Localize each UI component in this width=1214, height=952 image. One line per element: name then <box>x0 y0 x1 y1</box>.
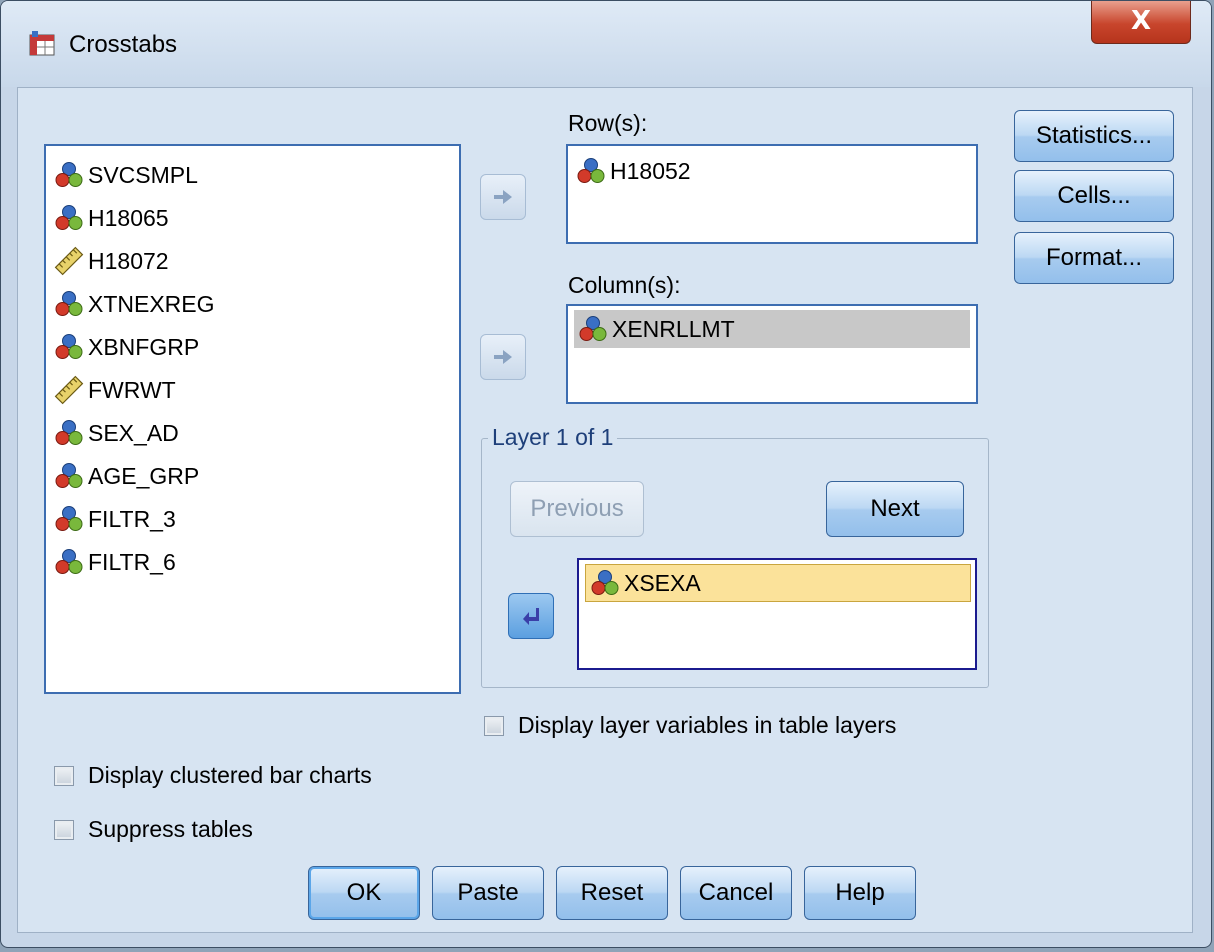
variable-name: XENRLLMT <box>612 315 735 342</box>
checkbox-label: Display layer variables in table layers <box>518 712 897 738</box>
nominal-icon <box>590 568 620 598</box>
list-item[interactable]: SVCSMPL <box>54 158 198 192</box>
clustered-bar-charts-checkbox[interactable]: Display clustered bar charts <box>54 762 372 789</box>
scale-ruler-icon <box>54 246 84 276</box>
move-to-rows-button[interactable] <box>480 174 526 220</box>
columns-list[interactable]: XENRLLMT <box>566 304 978 404</box>
paste-button[interactable]: Paste <box>432 866 544 920</box>
cells-button[interactable]: Cells... <box>1014 170 1174 222</box>
layer-group: Layer 1 of 1 Previous Next XSEXA <box>481 424 989 688</box>
variable-name: H18065 <box>88 204 169 231</box>
help-button[interactable]: Help <box>804 866 916 920</box>
dialog-body: SVCSMPL H18065 H18072 XTNEXREG XBNFGRP F… <box>17 87 1193 933</box>
crosstabs-dialog: Crosstabs X SVCSMPL H18065 H18072 XTNEXR… <box>0 0 1212 948</box>
previous-layer-button[interactable]: Previous <box>510 481 644 537</box>
checkbox-box[interactable] <box>484 715 504 736</box>
columns-label: Column(s): <box>568 272 681 298</box>
title-bar: Crosstabs X <box>1 1 1211 87</box>
crosstabs-app-icon <box>29 31 55 56</box>
move-to-columns-button[interactable] <box>480 334 526 380</box>
list-item[interactable]: FWRWT <box>54 373 176 407</box>
list-item[interactable]: FILTR_3 <box>54 502 176 536</box>
list-item[interactable]: FILTR_6 <box>54 545 176 579</box>
list-item[interactable]: SEX_AD <box>54 416 179 450</box>
variable-name: XSEXA <box>624 569 701 596</box>
display-layer-vars-checkbox[interactable]: Display layer variables in table layers <box>484 712 896 739</box>
list-item[interactable]: XENRLLMT <box>574 310 970 348</box>
arrow-right-icon <box>494 190 512 204</box>
checkbox-box[interactable] <box>54 765 74 786</box>
nominal-icon <box>54 160 84 190</box>
variable-name: XBNFGRP <box>88 333 200 360</box>
next-layer-button[interactable]: Next <box>826 481 964 537</box>
source-variable-list[interactable]: SVCSMPL H18065 H18072 XTNEXREG XBNFGRP F… <box>44 144 461 694</box>
cancel-button[interactable]: Cancel <box>680 866 792 920</box>
nominal-icon <box>54 461 84 491</box>
variable-name: FWRWT <box>88 376 176 403</box>
variable-name: AGE_GRP <box>88 462 200 489</box>
layer-list[interactable]: XSEXA <box>577 558 977 670</box>
arrow-left-return-icon <box>523 608 539 625</box>
suppress-tables-checkbox[interactable]: Suppress tables <box>54 816 253 843</box>
variable-name: SEX_AD <box>88 419 179 446</box>
move-to-layer-button[interactable] <box>508 593 554 639</box>
variable-name: H18072 <box>88 247 169 274</box>
close-icon: X <box>1130 6 1152 36</box>
list-item[interactable]: H18052 <box>576 152 691 190</box>
arrow-right-icon <box>494 350 512 364</box>
nominal-icon <box>54 203 84 233</box>
variable-name: SVCSMPL <box>88 161 198 188</box>
list-item[interactable]: AGE_GRP <box>54 459 199 493</box>
layer-legend: Layer 1 of 1 <box>488 424 618 451</box>
checkbox-label: Suppress tables <box>88 816 253 842</box>
nominal-icon <box>54 504 84 534</box>
statistics-button[interactable]: Statistics... <box>1014 110 1174 162</box>
checkbox-label: Display clustered bar charts <box>88 762 372 788</box>
list-item[interactable]: H18065 <box>54 201 169 235</box>
list-item[interactable]: XBNFGRP <box>54 330 199 364</box>
rows-label: Row(s): <box>568 110 648 136</box>
list-item[interactable]: H18072 <box>54 244 169 278</box>
list-item[interactable]: XTNEXREG <box>54 287 215 321</box>
nominal-icon <box>576 156 606 186</box>
variable-name: XTNEXREG <box>88 290 215 317</box>
ok-button[interactable]: OK <box>308 866 420 920</box>
nominal-icon <box>54 418 84 448</box>
checkbox-box[interactable] <box>54 819 74 840</box>
nominal-icon <box>54 289 84 319</box>
format-button[interactable]: Format... <box>1014 232 1174 284</box>
nominal-icon <box>54 547 84 577</box>
scale-ruler-icon <box>54 375 84 405</box>
rows-list[interactable]: H18052 <box>566 144 978 244</box>
variable-name: H18052 <box>610 157 691 184</box>
variable-name: FILTR_3 <box>88 505 176 532</box>
nominal-icon <box>54 332 84 362</box>
list-item[interactable]: XSEXA <box>585 564 971 602</box>
close-button[interactable]: X <box>1091 1 1191 44</box>
dialog-title: Crosstabs <box>69 31 178 58</box>
nominal-icon <box>578 314 608 344</box>
variable-name: FILTR_6 <box>88 548 176 575</box>
reset-button[interactable]: Reset <box>556 866 668 920</box>
